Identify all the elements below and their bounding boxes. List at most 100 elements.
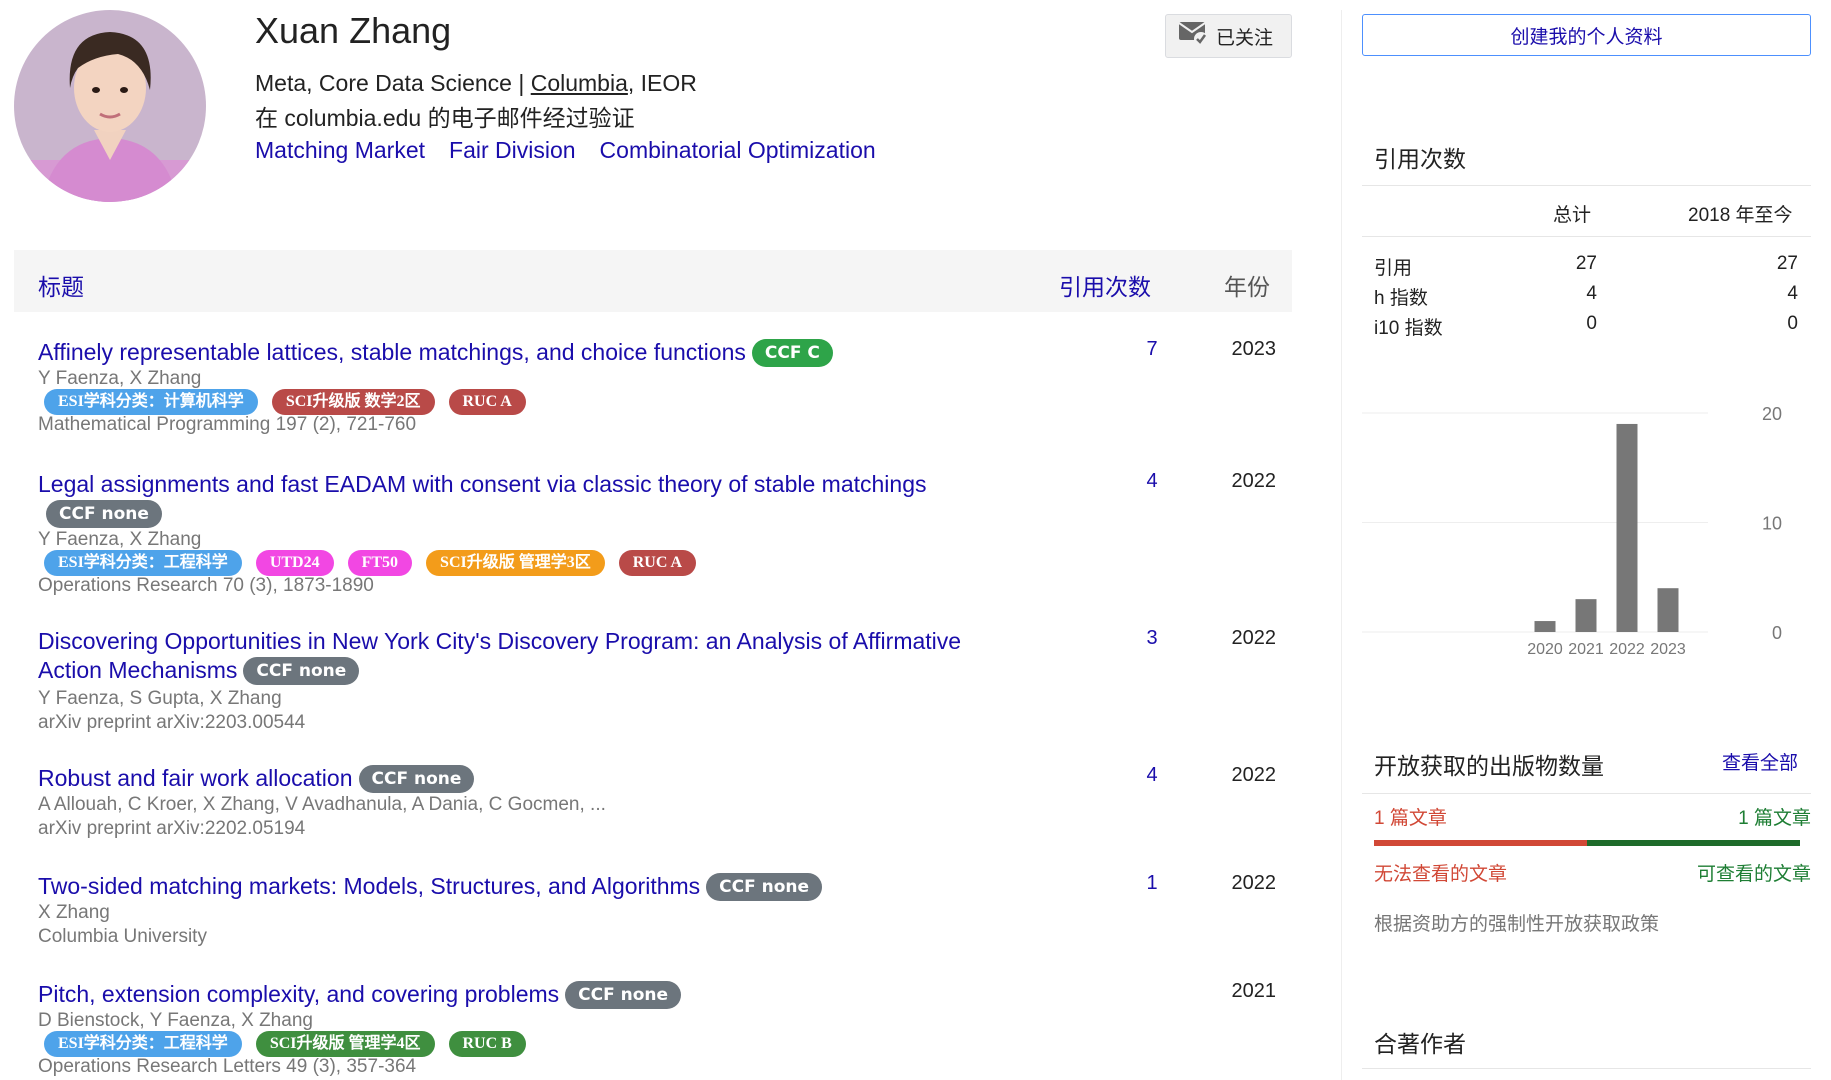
interest-link[interactable]: Matching Market <box>255 137 425 164</box>
paper-year: 2022 <box>1231 470 1277 492</box>
interest-link[interactable]: Fair Division <box>449 137 576 164</box>
table-row: Affinely representable lattices, stable … <box>38 338 1292 437</box>
divider <box>1362 236 1811 237</box>
tag-list: ESI学科分类：计算机科学 SCI升级版 数学2区 RUC A <box>44 389 1292 415</box>
col-header-since: 2018 年至今 <box>1688 205 1793 226</box>
paper-title[interactable]: Robust and fair work allocation CCF none <box>38 764 1028 793</box>
tag-badge: RUC B <box>448 1031 526 1057</box>
cited-by-title: 引用次数 <box>1374 146 1466 172</box>
cite-count[interactable]: 4 <box>1132 470 1172 493</box>
table-row: Robust and fair work allocation CCF none … <box>38 764 1292 841</box>
paper-authors: Y Faenza, S Gupta, X Zhang <box>38 688 282 709</box>
ccf-badge: CCF C <box>751 339 833 367</box>
paper-year: 2022 <box>1231 872 1277 894</box>
y-tick-label: 10 <box>1762 514 1782 534</box>
stat-label: h 指数 <box>1374 288 1428 309</box>
paper-authors: D Bienstock, Y Faenza, X Zhang <box>38 1010 313 1031</box>
mandate-note: 根据资助方的强制性开放获取政策 <box>1374 914 1660 935</box>
x-tick-label: 2021 <box>1568 641 1604 658</box>
ccf-badge: CCF none <box>706 873 823 901</box>
stat-label: i10 指数 <box>1374 318 1443 339</box>
affiliation-dept: , IEOR <box>627 70 697 96</box>
paper-year: 2022 <box>1231 627 1277 649</box>
paper-venue: Columbia University <box>38 926 207 947</box>
coauthors-title: 合著作者 <box>1374 1031 1466 1057</box>
tag-list: ESI学科分类：工程科学 SCI升级版 管理学4区 RUC B <box>44 1031 1292 1057</box>
tag-badge: RUC A <box>448 389 526 415</box>
cite-count[interactable]: 1 <box>1132 872 1172 895</box>
affiliation-link[interactable]: Columbia <box>531 70 628 96</box>
paper-authors: Y Faenza, X Zhang <box>38 529 202 550</box>
available-count[interactable]: 1 篇文章 <box>1738 803 1811 830</box>
paper-authors: X Zhang <box>38 902 110 923</box>
divider <box>1362 1068 1811 1069</box>
citations-bar-chart: 010202020 2021 2022 2023 <box>1362 404 1782 658</box>
profile-photo <box>14 10 206 202</box>
divider <box>1362 185 1811 186</box>
bar <box>1575 599 1597 632</box>
paper-year: 2021 <box>1231 980 1277 1002</box>
x-tick-label: 2022 <box>1609 641 1645 658</box>
cite-count[interactable]: 3 <box>1132 627 1172 650</box>
tag-badge: ESI学科分类：工程科学 <box>44 1031 242 1057</box>
paper-authors: A Allouah, C Kroer, X Zhang, V Avadhanul… <box>38 794 606 815</box>
bar <box>1616 423 1638 632</box>
profile-affiliation: Meta, Core Data Science | Columbia, IEOR <box>255 70 697 97</box>
paper-authors: Y Faenza, X Zhang <box>38 368 202 389</box>
stat-since: 27 <box>1776 253 1798 274</box>
tag-list: ESI学科分类：工程科学 UTD24 FT50 SCI升级版 管理学3区 RUC… <box>44 550 1292 576</box>
sort-by-title[interactable]: 标题 <box>38 268 84 302</box>
available-label[interactable]: 可查看的文章 <box>1697 859 1811 886</box>
bar <box>1657 588 1679 632</box>
follow-label: 已关注 <box>1216 27 1274 49</box>
paper-title[interactable]: Affinely representable lattices, stable … <box>38 338 1028 367</box>
view-all-link[interactable]: 查看全部 <box>1722 748 1798 775</box>
divider <box>1362 793 1811 794</box>
paper-year: 2023 <box>1231 338 1277 360</box>
tag-badge: SCI升级版 管理学4区 <box>255 1031 435 1057</box>
paper-venue: arXiv preprint arXiv:2202.05194 <box>38 818 306 839</box>
table-row: Discovering Opportunities in New York Ci… <box>38 627 1292 735</box>
tag-badge: UTD24 <box>255 550 334 576</box>
affiliation-text: Meta, Core Data Science | <box>255 70 531 96</box>
ccf-badge: CCF none <box>243 657 360 685</box>
tag-badge: SCI升级版 数学2区 <box>271 389 435 415</box>
paper-venue: Mathematical Programming 197 (2), 721-76… <box>38 414 417 435</box>
interest-link[interactable]: Combinatorial Optimization <box>600 137 876 164</box>
ccf-badge: CCF none <box>46 500 162 528</box>
paper-title[interactable]: Discovering Opportunities in New York Ci… <box>38 627 1028 685</box>
paper-title[interactable]: Legal assignments and fast EADAM with co… <box>38 470 1028 528</box>
tag-badge: SCI升级版 管理学3区 <box>426 550 605 576</box>
stat-all: 0 <box>1586 313 1597 334</box>
verified-email: 在 columbia.edu 的电子邮件经过验证 <box>255 105 635 131</box>
stat-label: 引用 <box>1374 258 1413 279</box>
unavailable-count[interactable]: 1 篇文章 <box>1374 803 1447 830</box>
stat-since: 0 <box>1787 313 1798 334</box>
envelope-check-icon <box>1178 20 1208 52</box>
tag-badge: ESI学科分类：工程科学 <box>44 550 242 576</box>
table-header: 标题 引用次数 年份 <box>14 250 1292 312</box>
stat-all: 4 <box>1586 283 1597 304</box>
y-tick-label: 0 <box>1772 623 1782 643</box>
research-interests: Matching Market Fair Division Combinator… <box>255 137 876 164</box>
available-bar <box>1587 840 1800 846</box>
tag-badge: FT50 <box>347 550 413 576</box>
follow-button[interactable]: 已关注 <box>1165 14 1292 58</box>
tag-badge: RUC A <box>618 550 697 576</box>
ccf-badge: CCF none <box>565 981 682 1009</box>
paper-title[interactable]: Pitch, extension complexity, and coverin… <box>38 980 1028 1009</box>
open-access-title: 开放获取的出版物数量 <box>1374 753 1604 779</box>
sort-by-cites[interactable]: 引用次数 <box>1059 268 1151 302</box>
unavailable-label[interactable]: 无法查看的文章 <box>1374 859 1507 886</box>
cite-count[interactable]: 7 <box>1132 338 1172 361</box>
create-profile-button[interactable]: 创建我的个人资料 <box>1362 14 1811 56</box>
table-row: Two-sided matching markets: Models, Stru… <box>38 872 1292 949</box>
unavailable-bar <box>1374 840 1587 846</box>
x-tick-label: 2023 <box>1650 641 1686 658</box>
sort-by-year[interactable]: 年份 <box>1224 268 1270 302</box>
col-header-all: 总计 <box>1553 205 1592 226</box>
cite-count[interactable]: 4 <box>1132 764 1172 787</box>
paper-venue: Operations Research Letters 49 (3), 357-… <box>38 1056 417 1077</box>
paper-title[interactable]: Two-sided matching markets: Models, Stru… <box>38 872 1028 901</box>
table-row: Pitch, extension complexity, and coverin… <box>38 980 1292 1079</box>
